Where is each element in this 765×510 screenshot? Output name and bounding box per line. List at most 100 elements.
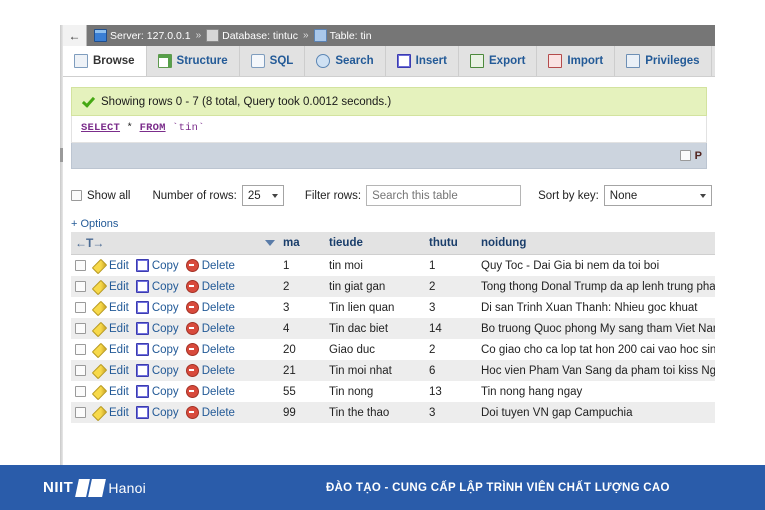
- column-header-noidung[interactable]: noidung: [477, 232, 715, 255]
- pencil-icon: [92, 322, 108, 338]
- number-of-rows-value: 25: [248, 190, 261, 202]
- copy-icon: [136, 259, 149, 272]
- pencil-icon: [92, 364, 108, 380]
- cell-thutu: 13: [425, 381, 477, 402]
- copy-row-button[interactable]: Copy: [136, 385, 179, 398]
- delete-icon: [186, 322, 199, 335]
- row-actions-cell: Edit Copy Delete: [71, 402, 279, 423]
- column-header-ma[interactable]: ma: [279, 232, 325, 255]
- tab-search[interactable]: Search: [305, 46, 385, 76]
- table-icon: [314, 29, 327, 42]
- profiling-toggle[interactable]: P: [680, 150, 702, 162]
- edit-label: Edit: [109, 260, 129, 272]
- copy-row-button[interactable]: Copy: [136, 280, 179, 293]
- edit-row-button[interactable]: Edit: [93, 302, 129, 314]
- number-of-rows-select[interactable]: 25: [242, 185, 284, 206]
- breadcrumb-separator: »: [194, 30, 204, 41]
- delete-row-button[interactable]: Delete: [186, 364, 235, 377]
- delete-row-button[interactable]: Delete: [186, 406, 235, 419]
- tab-privileges[interactable]: Privileges: [615, 46, 711, 76]
- row-navigation-arrows[interactable]: ←T→: [75, 236, 103, 250]
- column-header-tieude[interactable]: tieude: [325, 232, 425, 255]
- show-all-group[interactable]: Show all: [71, 190, 130, 202]
- row-select-checkbox[interactable]: [75, 407, 86, 418]
- edit-row-button[interactable]: Edit: [93, 323, 129, 335]
- edit-row-button[interactable]: Edit: [93, 260, 129, 272]
- cell-ma: 3: [279, 297, 325, 318]
- delete-icon: [186, 343, 199, 356]
- show-all-checkbox[interactable]: [71, 190, 82, 201]
- results-table: ←T→ ma tieude thutu noidung Edit Copy Dele…: [71, 232, 715, 423]
- table-row[interactable]: EditCopyDelete1tin moi1Quy Toc - Dai Gia…: [71, 255, 715, 277]
- breadcrumb-items: Server: 127.0.0.1 » Database: tintuc » T…: [87, 29, 372, 42]
- tab-import[interactable]: Import: [537, 46, 615, 76]
- delete-label: Delete: [202, 260, 235, 272]
- tab-sql[interactable]: SQL: [240, 46, 306, 76]
- tab-insert-label: Insert: [416, 55, 447, 67]
- tab-structure[interactable]: Structure: [147, 46, 240, 76]
- breadcrumb-server[interactable]: Server: 127.0.0.1: [94, 29, 191, 42]
- row-select-checkbox[interactable]: [75, 281, 86, 292]
- delete-row-button[interactable]: Delete: [186, 301, 235, 314]
- sql-query-display[interactable]: SELECT * FROM `tin`: [71, 116, 707, 143]
- table-row[interactable]: EditCopyDelete3Tin lien quan3Di san Trin…: [71, 297, 715, 318]
- edit-row-button[interactable]: Edit: [93, 344, 129, 356]
- breadcrumb-table[interactable]: Table: tin: [314, 29, 372, 42]
- delete-label: Delete: [202, 281, 235, 293]
- delete-row-button[interactable]: Delete: [186, 280, 235, 293]
- table-row[interactable]: EditCopyDelete20Giao duc2Co giao cho ca …: [71, 339, 715, 360]
- copy-row-button[interactable]: Copy: [136, 364, 179, 377]
- sort-dropdown-icon[interactable]: [265, 240, 275, 246]
- edit-row-button[interactable]: Edit: [93, 407, 129, 419]
- cell-thutu: 3: [425, 402, 477, 423]
- row-select-checkbox[interactable]: [75, 344, 86, 355]
- row-select-checkbox[interactable]: [75, 365, 86, 376]
- row-select-checkbox[interactable]: [75, 260, 86, 271]
- tab-insert[interactable]: Insert: [386, 46, 459, 76]
- table-row[interactable]: EditCopyDelete99Tin the thao3Doi tuyen V…: [71, 402, 715, 423]
- cell-ma: 55: [279, 381, 325, 402]
- copy-label: Copy: [152, 281, 179, 293]
- copy-row-button[interactable]: Copy: [136, 322, 179, 335]
- breadcrumb-database[interactable]: Database: tintuc: [206, 29, 298, 42]
- edit-row-button[interactable]: Edit: [93, 386, 129, 398]
- tab-operations[interactable]: [712, 46, 715, 76]
- edit-label: Edit: [109, 302, 129, 314]
- tab-browse[interactable]: Browse: [63, 46, 147, 76]
- column-header-thutu[interactable]: thutu: [425, 232, 477, 255]
- filter-rows-input[interactable]: [366, 185, 521, 206]
- profiling-checkbox[interactable]: [680, 150, 691, 161]
- back-button[interactable]: ←: [63, 25, 87, 46]
- copy-row-button[interactable]: Copy: [136, 259, 179, 272]
- delete-row-button[interactable]: Delete: [186, 259, 235, 272]
- query-result-message: Showing rows 0 - 7 (8 total, Query took …: [71, 87, 707, 116]
- chevron-down-icon: [700, 194, 706, 198]
- show-all-label: Show all: [87, 190, 130, 202]
- delete-icon: [186, 406, 199, 419]
- copy-icon: [136, 385, 149, 398]
- row-select-checkbox[interactable]: [75, 302, 86, 313]
- delete-row-button[interactable]: Delete: [186, 322, 235, 335]
- row-select-checkbox[interactable]: [75, 386, 86, 397]
- tab-browse-label: Browse: [93, 55, 135, 67]
- sort-by-key-select[interactable]: None: [604, 185, 712, 206]
- delete-row-button[interactable]: Delete: [186, 385, 235, 398]
- row-select-checkbox[interactable]: [75, 323, 86, 334]
- table-row[interactable]: EditCopyDelete21Tin moi nhat6Hoc vien Ph…: [71, 360, 715, 381]
- table-row[interactable]: EditCopyDelete2tin giat gan2Tong thong D…: [71, 276, 715, 297]
- cell-thutu: 2: [425, 339, 477, 360]
- delete-row-button[interactable]: Delete: [186, 343, 235, 356]
- options-toggle[interactable]: + Options: [71, 218, 707, 230]
- copy-row-button[interactable]: Copy: [136, 301, 179, 314]
- edit-row-button[interactable]: Edit: [93, 281, 129, 293]
- edit-row-button[interactable]: Edit: [93, 365, 129, 377]
- privileges-icon: [626, 54, 640, 68]
- table-row[interactable]: EditCopyDelete55Tin nong13Tin nong hang …: [71, 381, 715, 402]
- tab-export[interactable]: Export: [459, 46, 537, 76]
- logo-hanoi-text: Hanoi: [108, 480, 146, 496]
- copy-row-button[interactable]: Copy: [136, 343, 179, 356]
- table-row[interactable]: EditCopyDelete4Tin dac biet14Bo truong Q…: [71, 318, 715, 339]
- copy-row-button[interactable]: Copy: [136, 406, 179, 419]
- cell-thutu: 14: [425, 318, 477, 339]
- cell-thutu: 3: [425, 297, 477, 318]
